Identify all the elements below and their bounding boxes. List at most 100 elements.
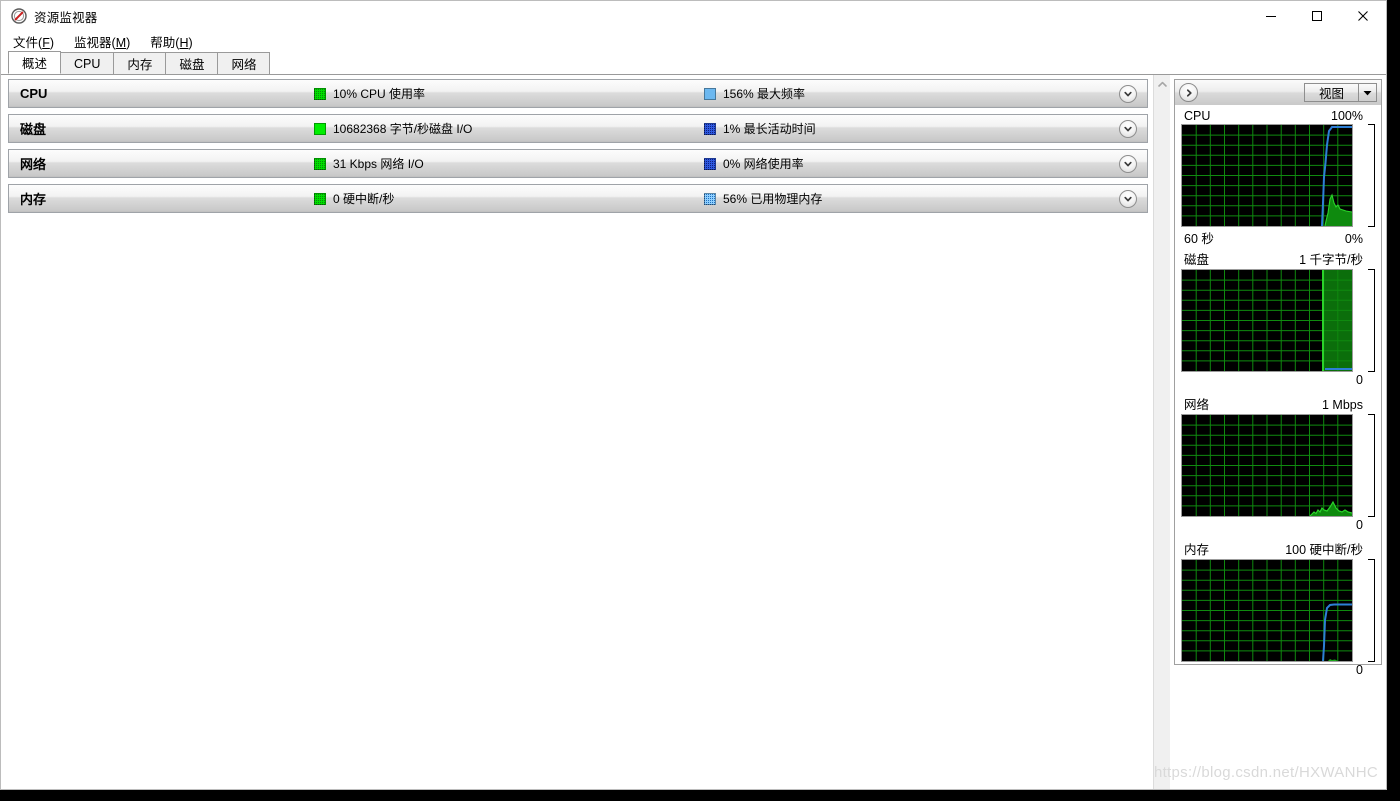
graph-disk-min-label: 0 [1356, 373, 1363, 387]
graph-cpu: CPU 100% 60 秒 0% [1181, 109, 1375, 246]
graph-disk-title: 磁盘 [1184, 253, 1210, 267]
expander-network[interactable] [1119, 154, 1137, 173]
resource-row-memory-title: 内存 [20, 192, 47, 207]
resource-row-disk[interactable]: 磁盘 10682368 字节/秒磁盘 I/O 1% 最长活动时间 [8, 114, 1148, 143]
tab-network[interactable]: 网络 [217, 52, 271, 74]
chevron-down-icon [1124, 91, 1132, 96]
graph-network-footer: 0 [1181, 517, 1375, 533]
graph-memory-footer: 0 [1181, 662, 1375, 678]
graph-disk-plot-wrap [1181, 269, 1375, 372]
graph-memory-min-label: 0 [1356, 663, 1363, 677]
view-dropdown[interactable]: 视图 [1303, 83, 1377, 102]
graph-memory: 内存 100 硬中断/秒 0 [1181, 539, 1375, 678]
screenshot-root: 资源监视器 文件(F) 监视器(M) 帮助(H) 概述 CPU 内存 磁盘 网络… [0, 0, 1400, 801]
resource-row-disk-metric-io: 10682368 字节/秒磁盘 I/O [314, 120, 704, 137]
maximize-button[interactable] [1294, 1, 1340, 31]
tab-memory[interactable]: 内存 [113, 52, 167, 74]
resource-row-network-metric-io: 31 Kbps 网络 I/O [314, 155, 704, 172]
graph-network-scale-bracket [1368, 414, 1375, 517]
tab-overview[interactable]: 概述 [8, 51, 62, 74]
overview-scrollbar[interactable] [1153, 75, 1170, 789]
tab-cpu-label: CPU [74, 56, 101, 71]
minimize-button[interactable] [1248, 1, 1294, 31]
view-dropdown-label: 视图 [1318, 87, 1344, 101]
chevron-right-icon [1186, 88, 1192, 97]
resource-row-memory-metric-used-text: 56% 已用物理内存 [723, 192, 823, 206]
swatch-disk-io [314, 122, 326, 135]
graph-cpu-scale-bracket [1368, 124, 1375, 227]
resource-row-disk-metric-active: 1% 最长活动时间 [704, 120, 1147, 137]
graph-memory-plot-wrap [1181, 559, 1375, 662]
graph-memory-header: 内存 100 硬中断/秒 [1181, 539, 1375, 559]
chevron-up-icon [1157, 81, 1167, 87]
menu-item-file[interactable]: 文件(F) [13, 32, 54, 51]
graph-cpu-max-label: 100% [1331, 109, 1363, 123]
graph-cpu-time-label: 60 秒 [1184, 232, 1214, 246]
graph-network-max-label: 1 Mbps [1322, 398, 1363, 412]
overview-pane: CPU 10% CPU 使用率 156% 最大频率 磁盘 10682368 字节… [1, 75, 1153, 789]
resource-row-cpu[interactable]: CPU 10% CPU 使用率 156% 最大频率 [8, 79, 1148, 108]
menu-bar: 文件(F) 监视器(M) 帮助(H) [1, 31, 1386, 52]
graph-memory-plot[interactable] [1181, 559, 1353, 662]
menu-label-help: 帮助 [150, 36, 176, 50]
resource-row-cpu-metric-usage-text: 10% CPU 使用率 [333, 87, 426, 101]
expander-disk[interactable] [1119, 119, 1137, 138]
menu-item-help[interactable]: 帮助(H) [150, 32, 192, 51]
tab-disk[interactable]: 磁盘 [165, 52, 219, 74]
graph-disk-header: 磁盘 1 千字节/秒 [1181, 249, 1375, 269]
swatch-memory-hard-faults [314, 192, 326, 205]
chevron-down-icon [1124, 126, 1132, 131]
resource-monitor-window: 资源监视器 文件(F) 监视器(M) 帮助(H) 概述 CPU 内存 磁盘 网络… [0, 0, 1387, 790]
menu-accel-help: H [179, 36, 189, 50]
resource-row-memory-metric-faults-text: 0 硬中断/秒 [333, 192, 395, 206]
resource-row-cpu-metric-freq: 156% 最大频率 [704, 85, 1147, 102]
resource-monitor-icon [11, 8, 27, 24]
resource-row-network[interactable]: 网络 31 Kbps 网络 I/O 0% 网络使用率 [8, 149, 1148, 178]
tab-disk-label: 磁盘 [179, 58, 205, 72]
resource-row-disk-title: 磁盘 [20, 122, 47, 137]
menu-label-file: 文件 [13, 36, 39, 50]
resource-row-cpu-metric-usage: 10% CPU 使用率 [314, 85, 704, 102]
resource-row-network-metric-io-text: 31 Kbps 网络 I/O [333, 157, 424, 171]
graph-cpu-title: CPU [1184, 109, 1211, 123]
tab-cpu[interactable]: CPU [60, 52, 115, 74]
tab-bar: 概述 CPU 内存 磁盘 网络 [1, 51, 1386, 75]
resource-row-memory-metric-faults: 0 硬中断/秒 [314, 190, 704, 207]
graph-network-title: 网络 [1184, 398, 1210, 412]
tab-overview-label: 概述 [22, 57, 48, 71]
tab-network-label: 网络 [231, 58, 257, 72]
graph-disk-plot[interactable] [1181, 269, 1353, 372]
menu-accel-file: F [42, 36, 50, 50]
graph-network-min-label: 0 [1356, 518, 1363, 532]
content-area: CPU 10% CPU 使用率 156% 最大频率 磁盘 10682368 字节… [1, 75, 1386, 789]
resource-row-cpu-title: CPU [20, 86, 48, 101]
graph-disk-scale-bracket [1368, 269, 1375, 372]
graph-disk-footer: 0 [1181, 372, 1375, 388]
graph-toolbar: 视图 [1174, 79, 1382, 105]
window-title: 资源监视器 [34, 10, 98, 25]
graph-memory-scale-bracket [1368, 559, 1375, 662]
graph-network-plot[interactable] [1181, 414, 1353, 517]
resource-row-disk-metric-io-text: 10682368 字节/秒磁盘 I/O [333, 122, 473, 136]
window-controls [1248, 1, 1386, 31]
graph-network-plot-wrap [1181, 414, 1375, 517]
graph-pane: 视图 CPU 100% 60 秒 0% 磁盘 1 千字节/秒 0 网络 1 Mb… [1170, 75, 1386, 789]
close-button[interactable] [1340, 1, 1386, 31]
graph-cpu-plot-wrap [1181, 124, 1375, 227]
graph-network-header: 网络 1 Mbps [1181, 394, 1375, 414]
resource-row-list: CPU 10% CPU 使用率 156% 最大频率 磁盘 10682368 字节… [1, 75, 1153, 213]
expander-cpu[interactable] [1119, 84, 1137, 103]
menu-label-monitor: 监视器 [74, 36, 112, 50]
expander-memory[interactable] [1119, 189, 1137, 208]
scroll-up-button[interactable] [1154, 77, 1170, 91]
title-bar: 资源监视器 [1, 1, 1386, 31]
resource-row-network-title: 网络 [20, 157, 47, 172]
resource-row-cpu-metric-freq-text: 156% 最大频率 [723, 87, 806, 101]
resource-row-memory[interactable]: 内存 0 硬中断/秒 56% 已用物理内存 [8, 184, 1148, 213]
menu-item-monitor[interactable]: 监视器(M) [74, 32, 130, 51]
graph-cpu-min-label: 0% [1344, 232, 1363, 246]
graph-disk: 磁盘 1 千字节/秒 0 [1181, 249, 1375, 388]
graph-cpu-plot[interactable] [1181, 124, 1353, 227]
graph-memory-max-label: 100 硬中断/秒 [1285, 543, 1363, 557]
collapse-graph-pane-button[interactable] [1179, 83, 1198, 102]
